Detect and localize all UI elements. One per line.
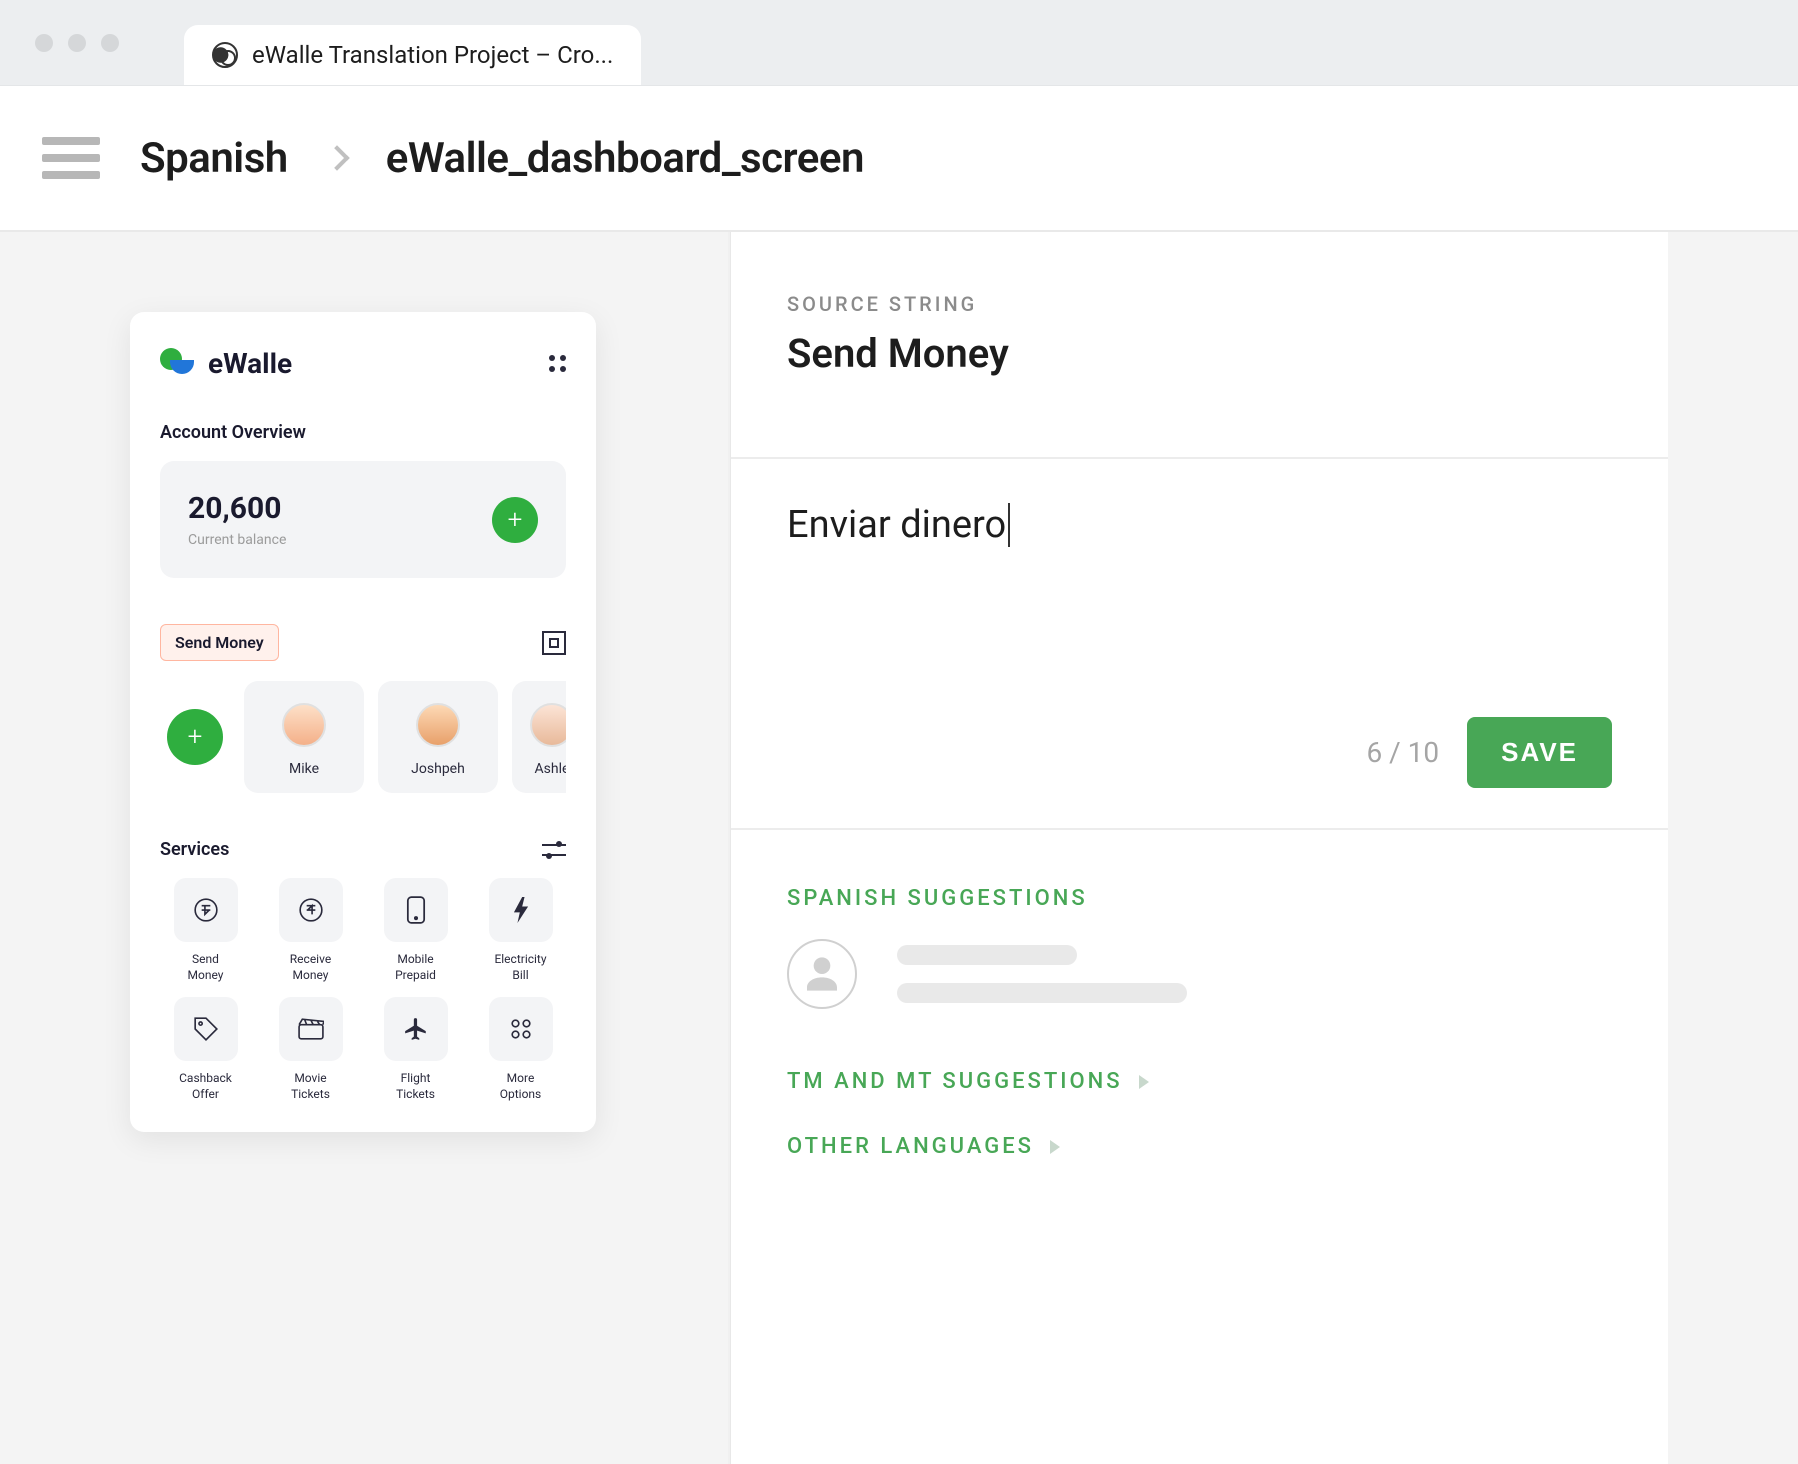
service-label: MobilePrepaid: [395, 952, 436, 983]
suggestion-item[interactable]: [787, 939, 1612, 1009]
avatar: [530, 703, 566, 747]
hamburger-menu-icon[interactable]: [42, 137, 100, 179]
traffic-light-minimize[interactable]: [68, 34, 86, 52]
tab-title: eWalle Translation Project – Cro...: [252, 41, 613, 69]
contact-card[interactable]: Joshpeh: [378, 681, 498, 793]
user-placeholder-icon: [787, 939, 857, 1009]
plus-icon: +: [167, 709, 223, 765]
browser-chrome: eWalle Translation Project – Cro...: [0, 0, 1798, 86]
spanish-suggestions-title: SPANISH SUGGESTIONS: [787, 886, 1612, 911]
service-movie-tickets[interactable]: MovieTickets: [265, 997, 356, 1102]
breadcrumb-language[interactable]: Spanish: [140, 134, 288, 183]
triangle-right-icon: [1139, 1075, 1149, 1089]
breadcrumb-file[interactable]: eWalle_dashboard_screen: [386, 134, 864, 183]
service-label: ElectricityBill: [494, 952, 546, 983]
traffic-light-close[interactable]: [35, 34, 53, 52]
top-bar: Spanish eWalle_dashboard_screen: [0, 86, 1798, 232]
tm-mt-suggestions-toggle[interactable]: TM AND MT SUGGESTIONS: [787, 1069, 1612, 1094]
contact-card[interactable]: Ashle: [512, 681, 566, 793]
source-string-block: SOURCE STRING Send Money: [731, 232, 1668, 459]
service-label: ReceiveMoney: [290, 952, 331, 983]
service-flight-tickets[interactable]: FlightTickets: [370, 997, 461, 1102]
rupee-receive-icon: [279, 878, 343, 942]
services-grid: SendMoney ReceiveMoney MobilePrepaid Ele…: [160, 878, 566, 1102]
contact-name: Joshpeh: [411, 761, 465, 777]
app-preview-card: eWalle Account Overview 20,600 Current b…: [130, 312, 596, 1132]
editor-column: SOURCE STRING Send Money Enviar dinero 6…: [730, 232, 1668, 1464]
crowdin-icon: [212, 42, 238, 68]
menu-dots-icon[interactable]: [549, 355, 566, 372]
placeholder-line: [897, 945, 1077, 965]
contact-card[interactable]: Mike: [244, 681, 364, 793]
service-label: MovieTickets: [291, 1071, 330, 1102]
service-electricity-bill[interactable]: ElectricityBill: [475, 878, 566, 983]
plane-icon: [384, 997, 448, 1061]
bolt-icon: [489, 878, 553, 942]
scan-icon[interactable]: [542, 631, 566, 655]
contacts-row: + Mike Joshpeh Ashle: [160, 681, 566, 793]
service-send-money[interactable]: SendMoney: [160, 878, 251, 983]
balance-caption: Current balance: [188, 532, 286, 548]
preview-column: eWalle Account Overview 20,600 Current b…: [0, 232, 730, 1464]
add-contact-button[interactable]: +: [160, 681, 230, 793]
filter-sliders-icon[interactable]: [542, 842, 566, 858]
avatar: [416, 703, 460, 747]
translation-input[interactable]: Enviar dinero: [787, 503, 1010, 547]
grid-dots-icon: [489, 997, 553, 1061]
section-services: Services: [160, 839, 229, 860]
section-account-overview: Account Overview: [160, 422, 566, 443]
other-languages-label: OTHER LANGUAGES: [787, 1134, 1034, 1159]
service-label: FlightTickets: [396, 1071, 435, 1102]
service-more-options[interactable]: MoreOptions: [475, 997, 566, 1102]
balance-card: 20,600 Current balance +: [160, 461, 566, 578]
other-languages-toggle[interactable]: OTHER LANGUAGES: [787, 1134, 1612, 1159]
browser-tab[interactable]: eWalle Translation Project – Cro...: [184, 25, 641, 85]
avatar: [282, 703, 326, 747]
source-string-text: Send Money: [787, 330, 1612, 377]
contact-name: Ashle: [535, 761, 566, 777]
send-money-highlight-badge[interactable]: Send Money: [160, 624, 279, 661]
balance-value: 20,600: [188, 491, 286, 526]
traffic-light-maximize[interactable]: [101, 34, 119, 52]
service-label: MoreOptions: [500, 1071, 542, 1102]
add-balance-button[interactable]: +: [492, 497, 538, 543]
service-label: CashbackOffer: [179, 1071, 232, 1102]
service-cashback-offer[interactable]: CashbackOffer: [160, 997, 251, 1102]
contact-name: Mike: [289, 761, 319, 777]
tag-icon: [174, 997, 238, 1061]
service-receive-money[interactable]: ReceiveMoney: [265, 878, 356, 983]
string-position-counter: 6 / 10: [1366, 736, 1439, 769]
chevron-right-icon: [324, 145, 349, 170]
placeholder-line: [897, 983, 1187, 1003]
tm-mt-suggestions-label: TM AND MT SUGGESTIONS: [787, 1069, 1123, 1094]
service-label: SendMoney: [188, 952, 224, 983]
app-brand-name: eWalle: [208, 347, 292, 380]
rupee-send-icon: [174, 878, 238, 942]
ewalle-logo-icon: [160, 346, 194, 380]
clapper-icon: [279, 997, 343, 1061]
service-mobile-prepaid[interactable]: MobilePrepaid: [370, 878, 461, 983]
source-string-label: SOURCE STRING: [787, 292, 1612, 316]
translation-block: Enviar dinero 6 / 10 SAVE: [731, 459, 1668, 830]
mobile-icon: [384, 878, 448, 942]
workspace: eWalle Account Overview 20,600 Current b…: [0, 232, 1798, 1464]
triangle-right-icon: [1050, 1140, 1060, 1154]
suggestions-block: SPANISH SUGGESTIONS TM AND MT SUGGESTION…: [731, 830, 1668, 1255]
app-brand: eWalle: [160, 346, 292, 380]
save-button[interactable]: SAVE: [1467, 717, 1612, 788]
